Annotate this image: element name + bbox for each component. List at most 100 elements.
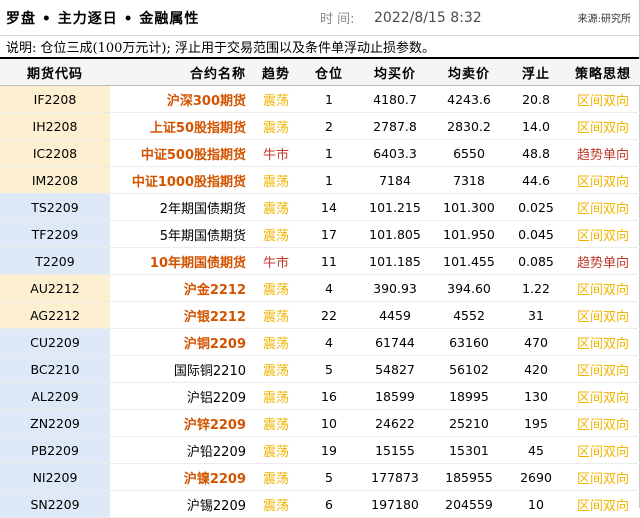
- cell-stop: 48.8: [506, 139, 566, 167]
- cell-code: ZN2209: [0, 409, 110, 437]
- table-row: AL2209 沪铝2209 震荡 16 18599 18995 130 区间双向: [0, 382, 640, 410]
- cell-strategy: 区间双向: [566, 220, 640, 248]
- col-header-stop: 浮止: [506, 59, 566, 86]
- cell-trend: 震荡: [252, 112, 300, 140]
- cell-avg-sell: 25210: [432, 409, 506, 437]
- table-row: BC2210 国际铜2210 震荡 5 54827 56102 420 区间双向: [0, 355, 640, 383]
- table-row: TS2209 2年期国债期货 震荡 14 101.215 101.300 0.025 区间双向: [0, 193, 640, 221]
- cell-name: 沪深300期货: [110, 85, 252, 113]
- cell-strategy: 区间双向: [566, 463, 640, 491]
- cell-strategy: 区间双向: [566, 85, 640, 113]
- cell-strategy: 区间双向: [566, 355, 640, 383]
- cell-position: 19: [300, 436, 358, 464]
- cell-stop: 0.045: [506, 220, 566, 248]
- cell-stop: 1.22: [506, 274, 566, 302]
- cell-code: IH2208: [0, 112, 110, 140]
- cell-stop: 10: [506, 490, 566, 518]
- cell-strategy: 趋势单向: [566, 139, 640, 167]
- cell-position: 5: [300, 463, 358, 491]
- cell-position: 14: [300, 193, 358, 221]
- cell-position: 5: [300, 355, 358, 383]
- cell-stop: 44.6: [506, 166, 566, 194]
- cell-code: AG2212: [0, 301, 110, 329]
- cell-stop: 130: [506, 382, 566, 410]
- cell-name: 2年期国债期货: [110, 193, 252, 221]
- cell-name: 沪锌2209: [110, 409, 252, 437]
- table-row: ZN2209 沪锌2209 震荡 10 24622 25210 195 区间双向: [0, 409, 640, 437]
- cell-name: 上证50股指期货: [110, 112, 252, 140]
- cell-stop: 45: [506, 436, 566, 464]
- col-header-avg-buy: 均买价: [358, 59, 432, 86]
- col-header-strategy: 策略思想: [566, 59, 640, 86]
- cell-avg-sell: 394.60: [432, 274, 506, 302]
- cell-stop: 0.025: [506, 193, 566, 221]
- cell-position: 10: [300, 409, 358, 437]
- cell-strategy: 区间双向: [566, 328, 640, 356]
- cell-strategy: 区间双向: [566, 274, 640, 302]
- cell-avg-buy: 390.93: [358, 274, 432, 302]
- cell-avg-buy: 7184: [358, 166, 432, 194]
- cell-trend: 震荡: [252, 355, 300, 383]
- cell-code: SN2209: [0, 490, 110, 518]
- cell-avg-buy: 18599: [358, 382, 432, 410]
- cell-position: 2: [300, 112, 358, 140]
- cell-code: PB2209: [0, 436, 110, 464]
- col-header-code: 期货代码: [0, 59, 110, 86]
- cell-trend: 震荡: [252, 220, 300, 248]
- cell-avg-buy: 101.215: [358, 193, 432, 221]
- cell-code: BC2210: [0, 355, 110, 383]
- table-row: IH2208 上证50股指期货 震荡 2 2787.8 2830.2 14.0 区间双向: [0, 112, 640, 140]
- cell-avg-sell: 7318: [432, 166, 506, 194]
- cell-code: IC2208: [0, 139, 110, 167]
- cell-name: 10年期国债期货: [110, 247, 252, 275]
- cell-trend: 震荡: [252, 328, 300, 356]
- cell-position: 17: [300, 220, 358, 248]
- cell-avg-buy: 6403.3: [358, 139, 432, 167]
- note-row: 说明: 仓位三成(100万元计); 浮止用于交易范围以及条件单浮动止损参数。: [0, 36, 639, 59]
- cell-avg-sell: 204559: [432, 490, 506, 518]
- cell-stop: 195: [506, 409, 566, 437]
- cell-avg-buy: 4459: [358, 301, 432, 329]
- cell-name: 国际铜2210: [110, 355, 252, 383]
- cell-strategy: 区间双向: [566, 382, 640, 410]
- cell-strategy: 区间双向: [566, 193, 640, 221]
- cell-position: 22: [300, 301, 358, 329]
- cell-name: 5年期国债期货: [110, 220, 252, 248]
- cell-stop: 2690: [506, 463, 566, 491]
- time-label: 时 间:: [320, 12, 355, 27]
- cell-name: 沪铅2209: [110, 436, 252, 464]
- cell-avg-buy: 101.805: [358, 220, 432, 248]
- cell-avg-sell: 101.455: [432, 247, 506, 275]
- header-row: 罗盘 • 主力逐日 • 金融属性 时 间: 2022/8/15 8:32 来源:…: [0, 0, 639, 36]
- cell-position: 1: [300, 166, 358, 194]
- table-row: T2209 10年期国债期货 牛市 11 101.185 101.455 0.085 趋势单向: [0, 247, 640, 275]
- cell-avg-buy: 197180: [358, 490, 432, 518]
- cell-avg-sell: 6550: [432, 139, 506, 167]
- cell-code: T2209: [0, 247, 110, 275]
- table-header-row: 期货代码 合约名称 趋势 仓位 均买价 均卖价 浮止 策略思想: [0, 59, 640, 86]
- cell-strategy: 趋势单向: [566, 247, 640, 275]
- cell-code: CU2209: [0, 328, 110, 356]
- cell-stop: 14.0: [506, 112, 566, 140]
- table-row: CU2209 沪铜2209 震荡 4 61744 63160 470 区间双向: [0, 328, 640, 356]
- cell-code: IM2208: [0, 166, 110, 194]
- cell-position: 4: [300, 274, 358, 302]
- cell-trend: 震荡: [252, 193, 300, 221]
- cell-avg-buy: 54827: [358, 355, 432, 383]
- cell-trend: 震荡: [252, 274, 300, 302]
- cell-trend: 震荡: [252, 301, 300, 329]
- cell-strategy: 区间双向: [566, 490, 640, 518]
- cell-trend: 震荡: [252, 85, 300, 113]
- cell-trend: 震荡: [252, 463, 300, 491]
- cell-position: 4: [300, 328, 358, 356]
- cell-avg-sell: 63160: [432, 328, 506, 356]
- spreadsheet: 罗盘 • 主力逐日 • 金融属性 时 间: 2022/8/15 8:32 来源:…: [0, 0, 640, 518]
- col-header-avg-sell: 均卖价: [432, 59, 506, 86]
- cell-position: 1: [300, 139, 358, 167]
- cell-name: 沪铝2209: [110, 382, 252, 410]
- source-label: 来源:研究所: [577, 14, 631, 25]
- cell-trend: 震荡: [252, 490, 300, 518]
- cell-avg-buy: 2787.8: [358, 112, 432, 140]
- cell-name: 沪金2212: [110, 274, 252, 302]
- table-row: NI2209 沪镍2209 震荡 5 177873 185955 2690 区间双向: [0, 463, 640, 491]
